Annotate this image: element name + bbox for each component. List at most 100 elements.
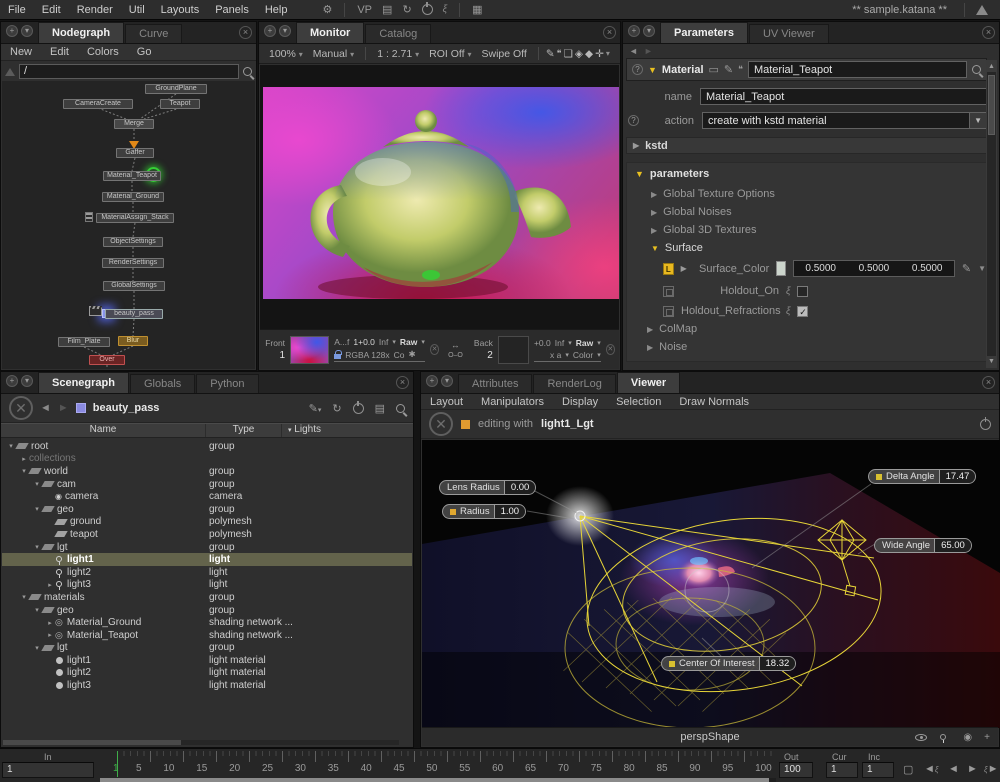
menu-file[interactable]: File (0, 4, 34, 16)
tree-row-world[interactable]: ▾worldgroup (2, 465, 412, 478)
close-icon[interactable]: × (982, 26, 995, 39)
menu-new[interactable]: New (1, 46, 41, 58)
inc-field[interactable]: 1 (862, 762, 894, 778)
pane-split-icon[interactable]: + (628, 25, 640, 37)
node-path-input[interactable]: / (19, 64, 239, 79)
link-icon[interactable]: ▭ (709, 63, 719, 76)
tab-curve[interactable]: Curve (125, 24, 182, 43)
scenegraph-column-header[interactable]: Name Type ▾ Lights (1, 423, 413, 438)
add-icon[interactable]: + (984, 732, 990, 743)
back-view-mode[interactable]: Raw (576, 338, 593, 348)
refresh-icon[interactable]: ↻ (332, 402, 341, 415)
front-thumbnail[interactable] (290, 336, 329, 364)
back-range[interactable]: Inf (555, 338, 564, 348)
tab-python[interactable]: Python (196, 374, 258, 393)
kstd-section[interactable]: ▶ kstd (626, 137, 987, 154)
name-input[interactable]: Material_Teapot (700, 88, 987, 105)
cur-field[interactable]: 1 (826, 762, 858, 778)
tree-row-materials-lgt[interactable]: ▾lgtgroup (2, 642, 412, 655)
light-icon[interactable] (940, 734, 946, 740)
next-keyframe-icon[interactable]: ξ► (984, 763, 998, 775)
tree-row-collections[interactable]: ▸collections (2, 453, 412, 466)
compare-icon[interactable]: ◆ (585, 48, 593, 60)
gear-icon[interactable]: ⚙ (317, 3, 337, 16)
close-icon[interactable]: × (396, 376, 409, 389)
tree-row-materials-geo[interactable]: ▾geogroup (2, 604, 412, 617)
menu-edit[interactable]: Edit (34, 4, 69, 16)
node-rendersettings[interactable]: RenderSettings (102, 258, 164, 268)
horizontal-scrollbar[interactable] (3, 740, 399, 745)
back-icon[interactable]: ◄ (629, 46, 638, 56)
front-exposure[interactable]: 1+0.0 (353, 337, 375, 347)
node-objectsettings[interactable]: ObjectSettings (103, 237, 163, 247)
tree-row-light3[interactable]: ▸light3light (2, 579, 412, 592)
tab-monitor[interactable]: Monitor (296, 22, 364, 43)
pane-menu-icon[interactable]: ▾ (279, 25, 291, 37)
update-mode-select[interactable]: Manual ▾ (309, 48, 358, 60)
node-material-ground[interactable]: Material_Ground (102, 192, 164, 202)
nodegraph-canvas[interactable]: GroundPlane CameraCreate Teapot Merge Ga… (2, 81, 255, 369)
tab-viewer[interactable]: Viewer (617, 372, 680, 393)
tree-row-root[interactable]: ▾rootgroup (2, 440, 412, 453)
crosshair-icon[interactable]: ✛ (595, 48, 604, 60)
tree-row-lgt-light3[interactable]: light3light material (2, 679, 412, 692)
front-colorspace[interactable]: Co (394, 350, 405, 360)
tree-row-geo[interactable]: ▾geogroup (2, 503, 412, 516)
tab-uv-viewer[interactable]: UV Viewer (749, 24, 829, 43)
menu-go[interactable]: Go (128, 46, 161, 58)
close-icon[interactable]: × (603, 26, 616, 39)
node-material-teapot[interactable]: Material_Teapot (103, 171, 161, 181)
help-icon[interactable]: ? (632, 64, 643, 75)
tab-parameters[interactable]: Parameters (660, 22, 748, 43)
pixel-probe-icon[interactable]: ✎ (546, 48, 555, 60)
node-gaffer[interactable]: Gaffer (116, 148, 154, 158)
node-teapot[interactable]: Teapot (160, 99, 200, 109)
pane-split-icon[interactable]: + (6, 375, 18, 387)
group-surface[interactable]: ▼Surface (627, 236, 986, 254)
clear-selection-icon[interactable]: ✕ (9, 396, 33, 420)
node-globalsettings[interactable]: GlobalSettings (103, 281, 165, 291)
pane-split-icon[interactable]: + (6, 25, 18, 37)
step-back-icon[interactable]: ◄ (948, 763, 959, 775)
power-icon[interactable] (353, 403, 364, 414)
material-node-header[interactable]: ? ▼ Material ▭ ✎ ❝ Material_Teapot (626, 58, 987, 81)
tree-row-light1[interactable]: light1light (2, 553, 412, 566)
prev-keyframe-icon[interactable]: ◄ξ (924, 763, 938, 775)
center-of-interest-manipulator[interactable]: Center Of Interest18.32 (661, 656, 796, 671)
group-global-noises[interactable]: ▶Global Noises (627, 200, 986, 218)
menu-edit[interactable]: Edit (41, 46, 78, 58)
pane-split-icon[interactable]: + (426, 375, 438, 387)
vp-toggle[interactable]: VP (352, 4, 377, 16)
menu-help[interactable]: Help (257, 4, 296, 16)
frame-ruler[interactable]: 1 51015202530354045505560657075808590951… (100, 751, 776, 777)
front-channels[interactable]: RGBA 128x (345, 350, 389, 360)
in-field[interactable]: 1 (2, 762, 94, 778)
search-icon[interactable] (396, 404, 405, 413)
zoom-select[interactable]: 100% ▾ (265, 48, 307, 60)
monitor-canvas[interactable] (260, 65, 619, 331)
front-alpha-label[interactable]: A...f (334, 337, 349, 347)
search-icon[interactable] (243, 67, 252, 76)
power-icon[interactable] (980, 419, 991, 430)
tab-attributes[interactable]: Attributes (458, 374, 532, 393)
tree-row-teapot[interactable]: teapotpolymesh (2, 528, 412, 541)
tree-row-lgt-light1[interactable]: light1light material (2, 654, 412, 667)
warning-icon[interactable] (976, 5, 988, 15)
menu-layout[interactable]: Layout (421, 396, 472, 408)
tab-renderlog[interactable]: RenderLog (533, 374, 615, 393)
menu-display[interactable]: Display (553, 396, 607, 408)
bookmark-icon[interactable]: ▢ (903, 763, 913, 776)
tab-catalog[interactable]: Catalog (365, 24, 431, 43)
refresh-icon[interactable]: ↻ (397, 3, 416, 16)
tab-globals[interactable]: Globals (130, 374, 195, 393)
action-dropdown[interactable]: create with kstd material ▼ (702, 112, 987, 129)
clear-selection-icon[interactable]: ✕ (429, 412, 453, 436)
chevron-down-icon[interactable]: ▾ (606, 49, 610, 58)
vertical-scrollbar[interactable]: ▲ ▼ (986, 60, 997, 368)
node-over[interactable]: Over (89, 355, 125, 365)
link-buffers-icon[interactable]: O–O (448, 352, 463, 359)
search-icon[interactable] (972, 65, 981, 74)
color-values-input[interactable]: 0.50000.50000.5000 (793, 260, 955, 277)
default-state-badge[interactable] (663, 286, 674, 297)
node-cameracreate[interactable]: CameraCreate (63, 99, 133, 109)
